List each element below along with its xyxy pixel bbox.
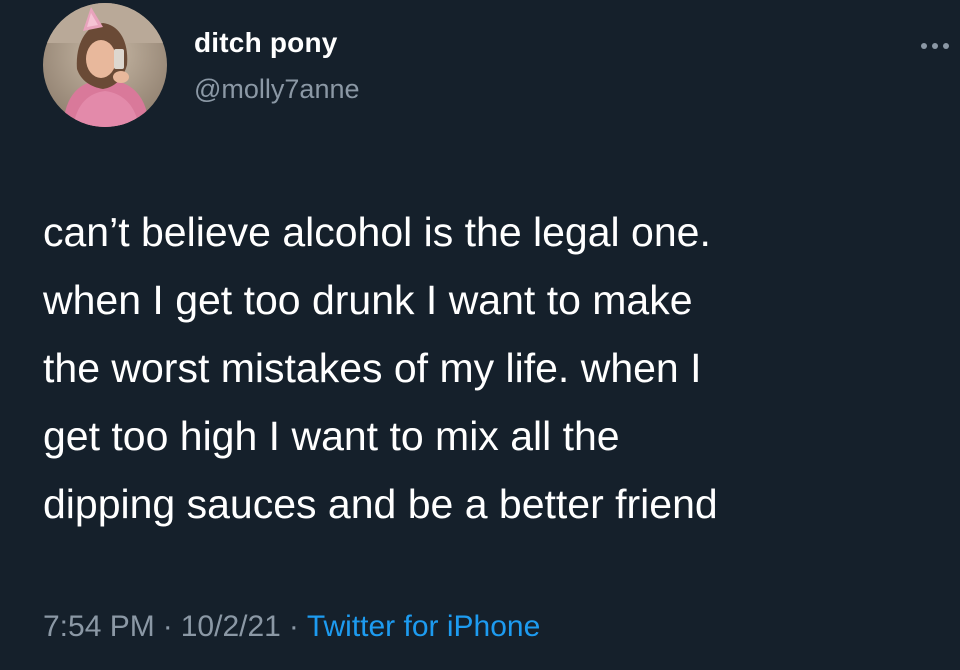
tweet-card: ditch pony @molly7anne can’t believe alc… — [0, 0, 960, 670]
tweet-text-line: get too high I want to mix all the — [43, 413, 620, 459]
tweet-source-link[interactable]: Twitter for iPhone — [307, 610, 540, 643]
more-horizontal-icon — [921, 43, 949, 49]
display-name[interactable]: ditch pony — [194, 27, 338, 59]
separator: · — [288, 610, 299, 643]
tweet-date[interactable]: 10/2/21 — [181, 610, 281, 643]
tweet-text-line: can’t believe alcohol is the legal one. — [43, 209, 711, 255]
profile-photo-image — [43, 3, 167, 127]
more-options-button[interactable] — [916, 36, 956, 56]
separator: · — [162, 610, 173, 643]
avatar[interactable] — [43, 3, 167, 127]
tweet-time[interactable]: 7:54 PM — [43, 610, 155, 643]
user-handle[interactable]: @molly7anne — [194, 74, 360, 105]
tweet-text-line: the worst mistakes of my life. when I — [43, 345, 702, 391]
tweet-metadata: 7:54 PM · 10/2/21 · Twitter for iPhone — [43, 610, 540, 644]
tweet-text: can’t believe alcohol is the legal one. … — [43, 198, 943, 538]
tweet-text-line: dipping sauces and be a better friend — [43, 481, 718, 527]
tweet-text-line: when I get too drunk I want to make — [43, 277, 693, 323]
